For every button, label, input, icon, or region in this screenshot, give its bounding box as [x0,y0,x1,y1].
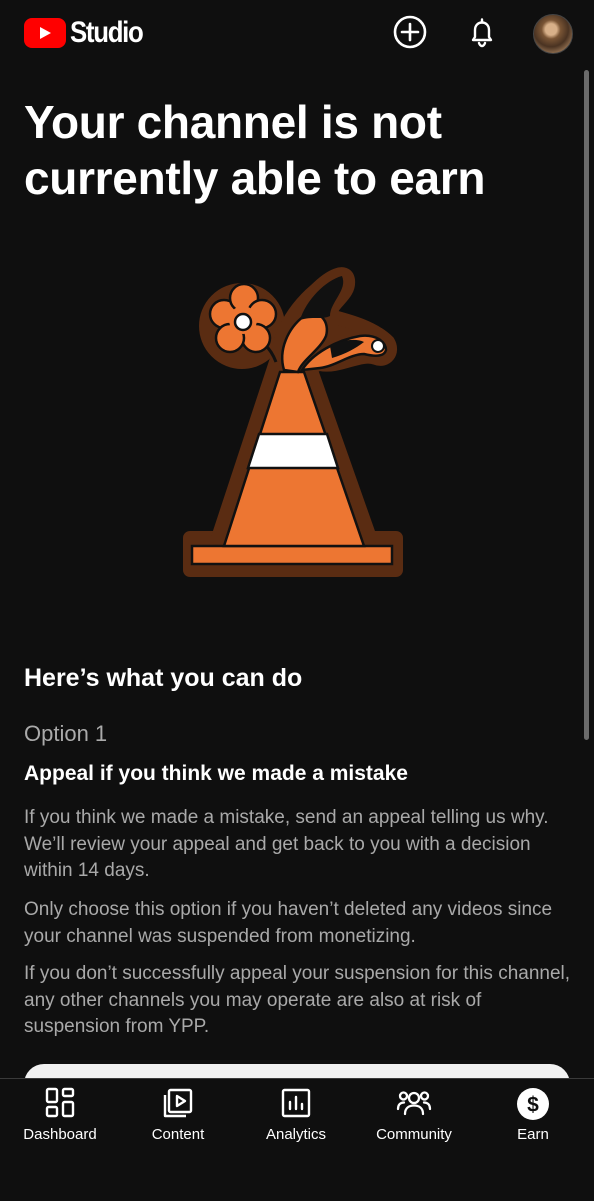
community-people-icon [396,1091,432,1116]
earn-dollar-icon: $ [517,1088,549,1120]
nav-label-earn: Earn [517,1126,549,1143]
youtube-logo-icon [24,18,66,48]
nav-label-analytics: Analytics [265,1126,327,1143]
section-title: Here’s what you can do [24,664,303,692]
option-label: Option 1 [24,721,108,746]
app-title: Studio [70,16,144,49]
create-button[interactable] [392,14,428,50]
nav-label-dashboard: Dashboard [23,1126,97,1143]
nav-item-dashboard[interactable]: Dashboard [5,1079,115,1159]
bottom-nav: Dashboard Content Analytics Community $ … [0,1078,594,1201]
notifications-bell-icon [471,18,493,48]
create-plus-icon [393,15,427,49]
dashboard-icon [45,1087,75,1118]
appeal-description: If you think we made a mistake, send an … [24,807,549,881]
studio-logo[interactable]: Studio [24,16,154,50]
nav-item-analytics[interactable]: Analytics [241,1079,351,1159]
nav-item-content[interactable]: Content [123,1079,233,1159]
nav-item-earn[interactable]: $ Earn [478,1079,588,1159]
option-title: Appeal if you think we made a mistake [24,762,408,785]
notifications-button[interactable] [464,14,500,50]
top-bar: Studio [0,0,594,68]
nav-item-community[interactable]: Community [359,1079,469,1159]
traffic-cone-with-flower-illustration [183,267,403,577]
appeal-warning: If you don’t successfully appeal your su… [24,963,571,1037]
appeal-condition: Only choose this option if you haven’t d… [24,899,553,947]
nav-label-community: Community [376,1126,452,1143]
scrollbar[interactable] [584,70,589,740]
content-play-icon [163,1088,193,1118]
avatar[interactable] [533,14,573,54]
page-title: Your channel is not currently able to ea… [24,96,486,204]
nav-label-content: Content [151,1126,205,1143]
analytics-chart-icon [281,1088,311,1118]
svg-text:$: $ [527,1094,539,1117]
